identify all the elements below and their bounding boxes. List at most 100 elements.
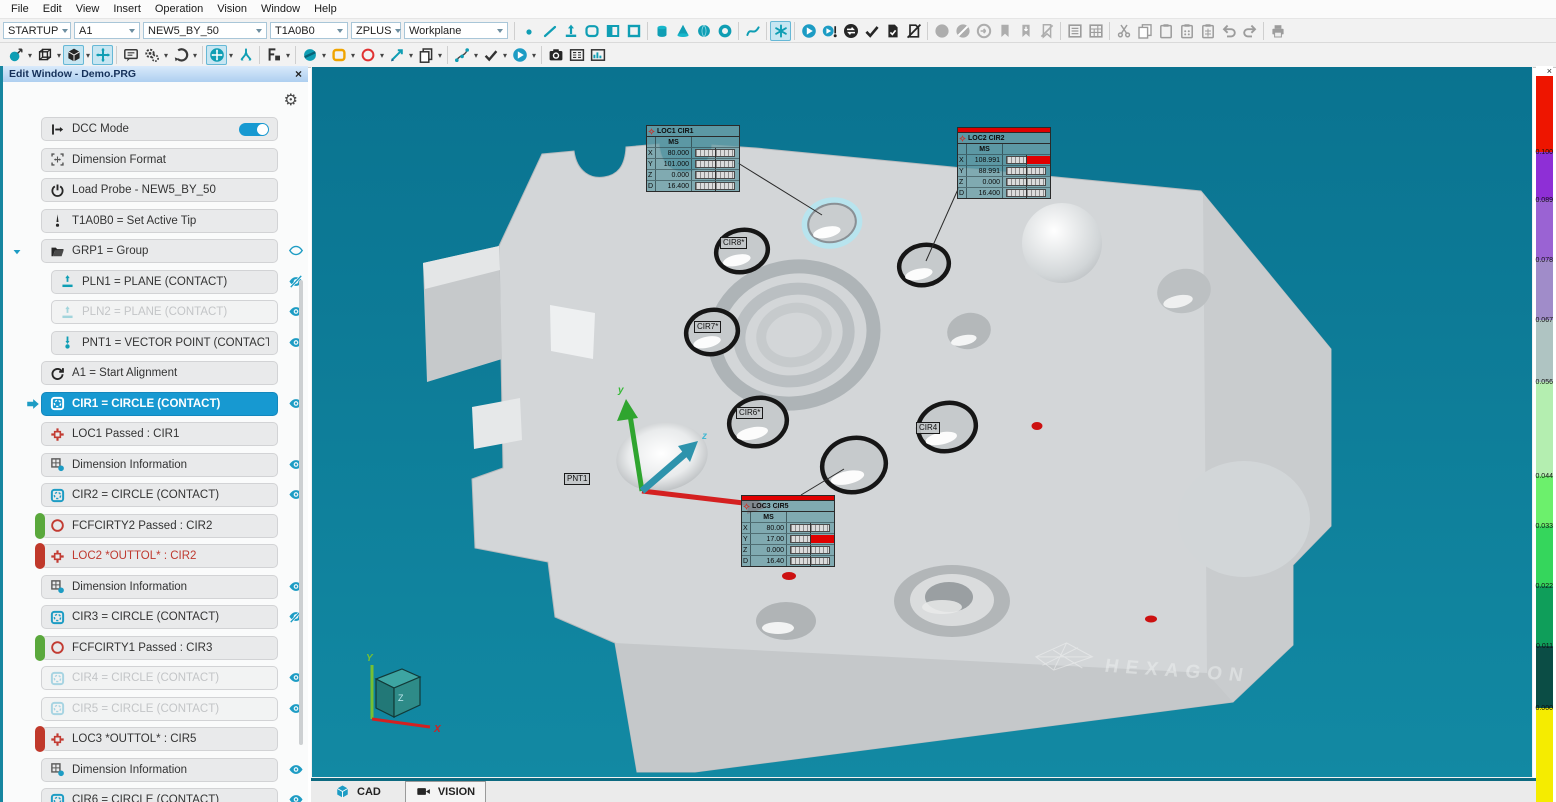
chevron-down-icon[interactable]: ▾ (55, 51, 63, 60)
command-item[interactable]: CIR6 = CIRCLE (CONTACT) (41, 788, 278, 802)
menu-operation[interactable]: Operation (148, 2, 210, 16)
quick-path-button[interactable] (386, 45, 407, 65)
chevron-down-icon[interactable]: ▾ (530, 51, 538, 60)
chevron-down-icon[interactable]: ▾ (84, 51, 92, 60)
command-item[interactable]: PLN1 = PLANE (CONTACT) (51, 270, 278, 294)
wireframe-cube-button[interactable] (34, 45, 55, 65)
chevron-down-icon[interactable]: ▾ (162, 51, 170, 60)
stop-disabled-button[interactable] (952, 21, 973, 41)
dcc-toggle[interactable] (239, 123, 269, 136)
command-item[interactable]: CIR1 = CIRCLE (CONTACT) (41, 392, 278, 416)
menu-help[interactable]: Help (307, 2, 344, 16)
command-item[interactable]: FCFCIRTY1 Passed : CIR3 (41, 636, 278, 660)
command-item[interactable]: GRP1 = Group (41, 239, 278, 263)
feature-tag[interactable]: CIR8* (720, 237, 747, 249)
command-item[interactable]: LOC3 *OUTTOL* : CIR5 (41, 727, 278, 751)
chevron-down-icon[interactable]: ▾ (407, 51, 415, 60)
chevron-down-icon[interactable]: ▾ (501, 51, 509, 60)
menu-edit[interactable]: Edit (36, 2, 69, 16)
stop-button[interactable] (931, 21, 952, 41)
alignment-select[interactable]: STARTUP (3, 22, 71, 39)
eye-open-icon[interactable] (287, 762, 305, 777)
path-points-button[interactable] (451, 45, 472, 65)
auto-feature-button[interactable] (770, 21, 791, 41)
chevron-down-icon[interactable]: ▾ (378, 51, 386, 60)
cone-button[interactable] (672, 21, 693, 41)
pan-view-button[interactable] (92, 45, 113, 65)
command-item[interactable]: FCFCIRTY2 Passed : CIR2 (41, 514, 278, 538)
command-item[interactable]: PLN2 = PLANE (CONTACT) (51, 300, 278, 324)
chevron-down-icon[interactable]: ▾ (320, 51, 328, 60)
point-button[interactable] (518, 21, 539, 41)
sphere-button[interactable] (693, 21, 714, 41)
surface-mode-button[interactable] (299, 45, 320, 65)
view-select[interactable]: ZPLUS (351, 22, 401, 39)
feature-tag[interactable]: PNT1 (564, 473, 590, 485)
chevron-down-icon[interactable]: ▾ (284, 51, 292, 60)
loc2-label[interactable]: LOC2 CIR2MSX108.991Y88.991Z0.000D16.400 (957, 127, 1051, 199)
close-icon[interactable]: × (1547, 67, 1552, 75)
view-orientation-button[interactable] (5, 45, 26, 65)
copy-button[interactable] (1134, 21, 1155, 41)
menu-file[interactable]: File (4, 2, 36, 16)
menu-insert[interactable]: Insert (106, 2, 148, 16)
perpendicular-button[interactable] (560, 21, 581, 41)
command-item[interactable]: PNT1 = VECTOR POINT (CONTACT) (51, 331, 278, 355)
edit-window-title-bar[interactable]: Edit Window - Demo.PRG × (3, 66, 308, 82)
tab-cad[interactable]: CAD (325, 782, 391, 802)
change-mode-button[interactable] (840, 21, 861, 41)
feature-tag[interactable]: CIR6* (736, 407, 763, 419)
report-list-button[interactable] (1064, 21, 1085, 41)
undo-button[interactable] (1218, 21, 1239, 41)
print-button[interactable] (1267, 21, 1288, 41)
chevron-down-icon[interactable]: ▾ (436, 51, 444, 60)
close-icon[interactable]: × (295, 69, 302, 79)
cut-button[interactable] (1113, 21, 1134, 41)
redo-button[interactable] (1239, 21, 1260, 41)
copy-stack-button[interactable] (415, 45, 436, 65)
doc-cancel-button[interactable] (903, 21, 924, 41)
command-item[interactable]: CIR5 = CIRCLE (CONTACT) (41, 697, 278, 721)
menu-window[interactable]: Window (254, 2, 307, 16)
rounded-rect-button[interactable] (581, 21, 602, 41)
probe-select[interactable]: NEW5_BY_50 (143, 22, 267, 39)
bookmark-remove-button[interactable] (1036, 21, 1057, 41)
play-execute-button[interactable] (509, 45, 530, 65)
command-item[interactable]: A1 = Start Alignment (41, 361, 278, 385)
execute-from-button[interactable] (819, 21, 840, 41)
gear-icon[interactable]: ⚙ (284, 90, 298, 110)
paste-special-button[interactable] (1176, 21, 1197, 41)
command-item[interactable]: Load Probe - NEW5_BY_50 (41, 178, 278, 202)
feature-tag[interactable]: CIR4 (916, 422, 940, 434)
execute-button[interactable] (798, 21, 819, 41)
square-button[interactable] (623, 21, 644, 41)
expander-caret-icon[interactable] (11, 245, 23, 257)
paste-button[interactable] (1155, 21, 1176, 41)
chevron-down-icon[interactable]: ▾ (472, 51, 480, 60)
rotate-view-button[interactable] (170, 45, 191, 65)
doc-check-button[interactable] (882, 21, 903, 41)
probe-mode-button[interactable] (235, 45, 256, 65)
feature-tag[interactable]: CIR7* (694, 321, 721, 333)
command-item[interactable]: T1A0B0 = Set Active Tip (41, 209, 278, 233)
command-item[interactable]: Dimension Format (41, 148, 278, 172)
cylinder-button[interactable] (651, 21, 672, 41)
line-button[interactable] (539, 21, 560, 41)
auto-rect-button[interactable] (328, 45, 349, 65)
camera-button[interactable] (545, 45, 566, 65)
solid-cube-button[interactable] (63, 45, 84, 65)
menu-vision[interactable]: Vision (210, 2, 254, 16)
move-machine-button[interactable] (206, 45, 227, 65)
auto-circle-button[interactable] (357, 45, 378, 65)
report-eo-button[interactable] (566, 45, 587, 65)
chevron-down-icon[interactable]: ▾ (26, 51, 34, 60)
curve-button[interactable] (742, 21, 763, 41)
settings-gears-button[interactable] (141, 45, 162, 65)
view-orientation-gizmo[interactable]: Y X Z (366, 653, 442, 735)
feature-options-button[interactable] (263, 45, 284, 65)
loc3-label[interactable]: LOC3 CIR5MSX80.00Y17.00Z0.000D16.40 (741, 495, 835, 567)
eye-outline-icon[interactable] (287, 243, 305, 258)
report-chart-button[interactable] (587, 45, 608, 65)
mark-done-button[interactable] (861, 21, 882, 41)
chevron-down-icon[interactable]: ▾ (349, 51, 357, 60)
